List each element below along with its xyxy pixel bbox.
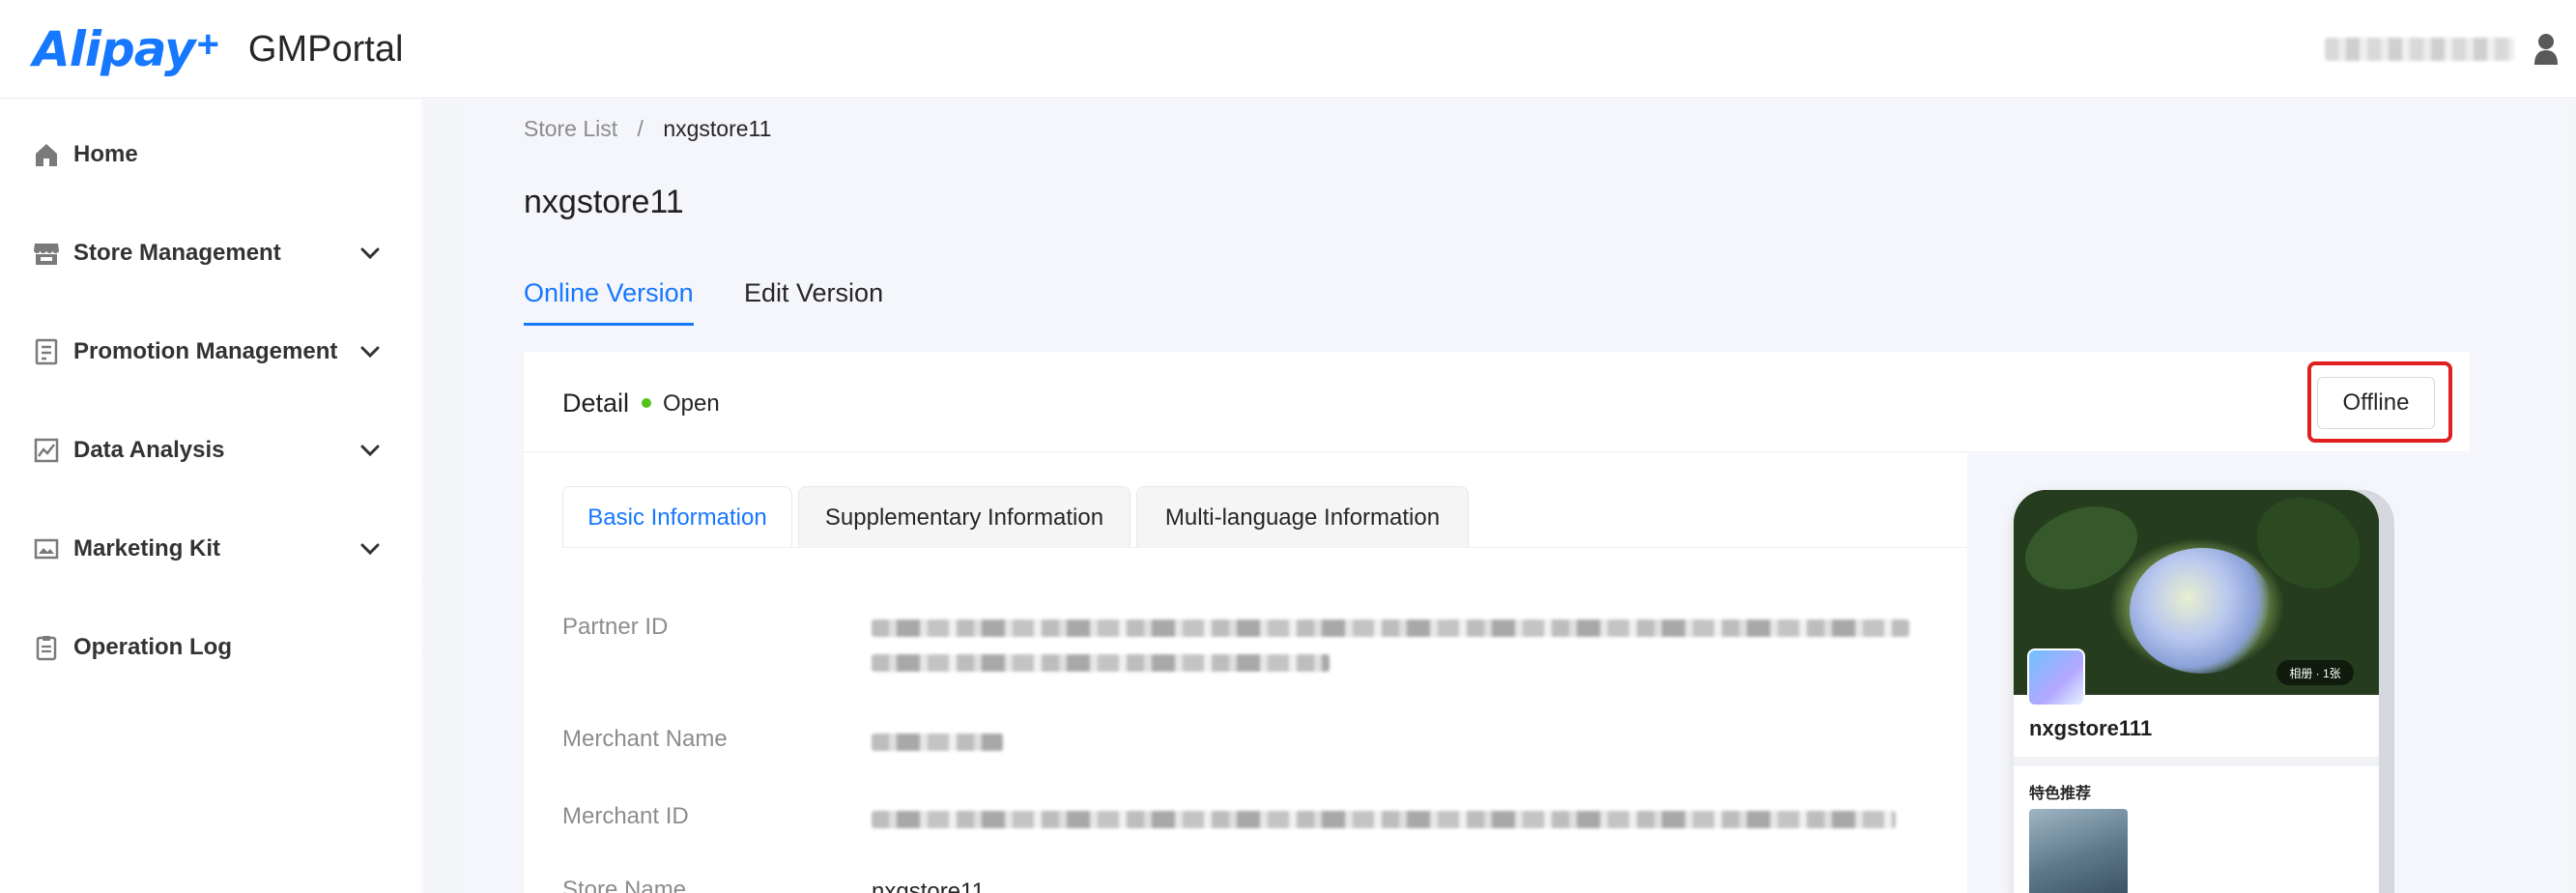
chart-icon: [34, 438, 59, 463]
preview-section-title: 特色推荐: [2029, 786, 2092, 802]
phone-preview: 相册 · 1张 nxgstore111 特色推荐: [2014, 490, 2379, 893]
chevron-down-icon: [360, 346, 380, 359]
sidebar-item-label: Promotion Management: [73, 338, 338, 364]
merchant-id-value-redacted: [872, 811, 1896, 828]
sidebar-item-label: Data Analysis: [73, 437, 225, 463]
sidebar-item-label: Marketing Kit: [73, 535, 221, 562]
offline-button[interactable]: Offline: [2317, 377, 2435, 429]
breadcrumb-store-list[interactable]: Store List: [524, 116, 617, 141]
merchant-name-value-redacted: [872, 734, 1003, 751]
sidebar-item-label: Home: [73, 141, 138, 167]
preview-product-thumbnail: [2029, 809, 2128, 893]
partner-id-value-redacted-line2: [872, 654, 1330, 672]
sidebar-item-label: Store Management: [73, 240, 281, 266]
preview-pane: 相册 · 1张 nxgstore111 特色推荐: [1967, 453, 2470, 893]
alipay-logo-text: Alipay: [33, 21, 196, 77]
store-name-value: nxgstore11: [872, 879, 985, 893]
breadcrumb: Store List / nxgstore11: [524, 116, 771, 142]
sidebar-item-marketing-kit[interactable]: Marketing Kit: [0, 520, 423, 578]
home-icon: [36, 144, 57, 166]
chevron-down-icon: [360, 445, 380, 457]
clipboard-icon: [36, 636, 57, 661]
portal-name: GMPortal: [247, 28, 404, 70]
tab-multi-language-information[interactable]: Multi-language Information: [1136, 486, 1469, 548]
preview-store-name: nxgstore111: [2029, 716, 2153, 740]
sidebar-item-promotion-management[interactable]: Promotion Management: [0, 323, 423, 381]
sidebar-item-data-analysis[interactable]: Data Analysis: [0, 421, 423, 479]
partner-id-value-redacted: [872, 619, 1909, 637]
breadcrumb-current: nxgstore11: [663, 116, 772, 141]
image-icon: [34, 538, 59, 560]
tab-supplementary-information[interactable]: Supplementary Information: [798, 486, 1131, 548]
logo[interactable]: Alipay + GMPortal: [33, 21, 403, 77]
tab-edit-version[interactable]: Edit Version: [744, 278, 883, 308]
sidebar-item-label: Operation Log: [73, 634, 232, 660]
preview-divider: [2014, 757, 2379, 766]
detail-card: Detail Open Offline Basic Information Su…: [524, 352, 2470, 893]
store-icon: [34, 244, 59, 265]
sidebar-item-operation-log[interactable]: Operation Log: [0, 619, 423, 677]
redacted-username: [2325, 38, 2514, 61]
chevron-down-icon: [360, 247, 380, 260]
detail-header: Detail Open Offline: [524, 352, 2470, 452]
info-pane: Basic Information Supplementary Informat…: [524, 453, 1967, 893]
partner-id-label: Partner ID: [562, 614, 669, 640]
store-logo: [2027, 648, 2085, 706]
page-title: nxgstore11: [524, 184, 684, 220]
sidebar: Home Store Management Promotion Manageme…: [0, 99, 423, 893]
status-badge: Open: [663, 390, 720, 417]
tab-online-version[interactable]: Online Version: [524, 278, 694, 308]
detail-title: Detail: [562, 389, 630, 418]
receipt-icon: [35, 338, 58, 365]
hydrangea-flower: [2130, 548, 2275, 674]
store-name-label: Store Name: [562, 877, 687, 893]
breadcrumb-separator: /: [637, 116, 644, 141]
user-icon[interactable]: [2533, 33, 2559, 66]
sidebar-item-home[interactable]: Home: [0, 126, 423, 184]
alipay-plus-mark: +: [196, 22, 219, 66]
merchant-name-label: Merchant Name: [562, 726, 728, 752]
tab-basic-information[interactable]: Basic Information: [562, 486, 792, 548]
tabs-divider: [562, 547, 1967, 548]
merchant-id-label: Merchant ID: [562, 803, 689, 829]
active-tab-indicator: [524, 323, 694, 326]
top-header: Alipay + GMPortal: [0, 0, 2576, 99]
user-menu[interactable]: [2325, 33, 2559, 66]
sidebar-item-store-management[interactable]: Store Management: [0, 224, 423, 282]
chevron-down-icon: [360, 543, 380, 556]
status-dot: [642, 398, 651, 408]
photo-count-badge: 相册 · 1张: [2276, 660, 2354, 685]
